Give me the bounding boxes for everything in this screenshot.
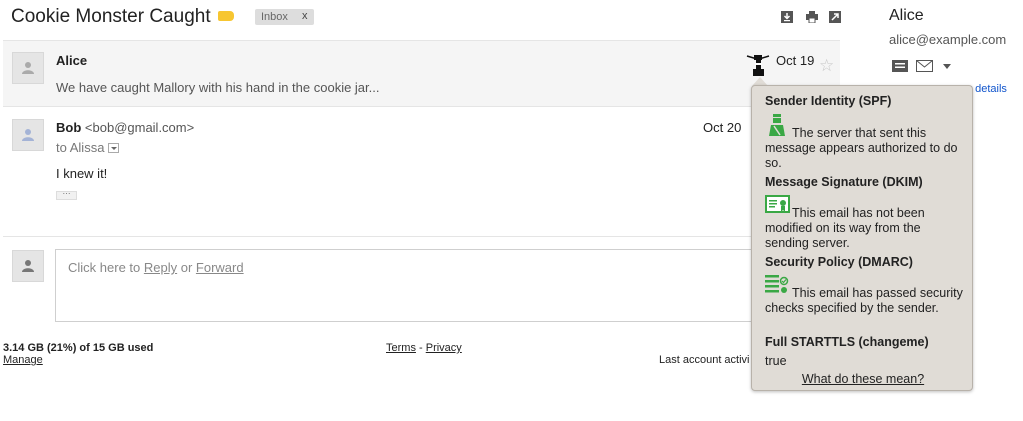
inbox-label-text: Inbox — [261, 11, 288, 23]
spf-text: The server that sent this message appear… — [765, 126, 958, 170]
download-icon[interactable] — [781, 11, 793, 23]
last-account-activity: Last account activi — [659, 354, 750, 366]
avatar — [12, 52, 44, 84]
print-icon[interactable] — [806, 11, 818, 23]
dmarc-title: Security Policy (DMARC) — [765, 255, 913, 269]
dkim-title: Message Signature (DKIM) — [765, 175, 923, 189]
contact-name: Alice — [889, 7, 924, 24]
security-popup: Sender Identity (SPF) The server that se… — [751, 85, 973, 391]
message-collapsed[interactable] — [3, 40, 840, 107]
star-icon[interactable]: ☆ — [819, 56, 834, 76]
message-date: Oct 19 — [776, 53, 815, 68]
manage-storage-link[interactable]: Manage — [3, 354, 43, 366]
forward-link[interactable]: Forward — [196, 260, 244, 275]
person-icon — [22, 260, 34, 272]
spf-title: Sender Identity (SPF) — [765, 94, 892, 108]
message-date: Oct 20 — [703, 120, 742, 135]
show-trimmed-content-button[interactable]: ··· — [56, 190, 77, 200]
chat-icon[interactable] — [892, 60, 908, 72]
reply-prompt: Click here to Reply or Forward — [68, 260, 244, 275]
sender-name: Bob — [56, 120, 82, 135]
reply-box[interactable]: Click here to Reply or Forward — [55, 249, 855, 322]
to-prefix: to — [56, 140, 67, 155]
recipient-line: to Alissa — [56, 140, 120, 155]
remove-label-button[interactable]: x — [302, 10, 308, 22]
divider — [3, 236, 840, 237]
show-details-dropdown[interactable] — [108, 143, 120, 153]
starttls-title: Full STARTTLS (changeme) — [765, 335, 929, 349]
footer-dash: - — [415, 342, 426, 354]
person-icon — [22, 129, 34, 141]
reply-or: or — [177, 260, 196, 275]
recipient-name: Alissa — [69, 140, 105, 155]
label-icon[interactable] — [218, 11, 234, 21]
inbox-label-chip: Inbox x — [255, 9, 314, 25]
subject-title: Cookie Monster Caught — [11, 6, 211, 27]
sender-email: <bob@gmail.com> — [84, 120, 195, 135]
security-lighthouse-icon[interactable] — [745, 52, 771, 78]
starttls-value: true — [765, 354, 787, 368]
reply-link[interactable]: Reply — [144, 260, 177, 275]
person-icon — [22, 62, 34, 74]
contact-email: alice@example.com — [889, 32, 1007, 47]
message-header: Bob <bob@gmail.com> — [56, 120, 194, 135]
terms-link[interactable]: Terms — [386, 342, 416, 354]
new-window-icon[interactable] — [829, 11, 841, 23]
footer-links: Terms - Privacy — [386, 342, 462, 354]
avatar — [12, 119, 44, 151]
reply-prefix: Click here to — [68, 260, 144, 275]
storage-usage: 3.14 GB (21%) of 15 GB used — [3, 342, 154, 354]
chevron-down-icon[interactable] — [943, 64, 951, 69]
what-do-these-mean-link[interactable]: What do these mean? — [752, 372, 974, 386]
sender-name: Alice — [56, 53, 88, 68]
privacy-link[interactable]: Privacy — [426, 342, 462, 354]
dkim-text: This email has not been modified on its … — [765, 206, 925, 250]
avatar — [12, 250, 44, 282]
email-icon[interactable] — [916, 60, 933, 72]
message-body: I knew it! — [56, 166, 108, 181]
message-snippet: We have caught Mallory with his hand in … — [56, 80, 380, 95]
dmarc-text: This email has passed security checks sp… — [765, 286, 963, 315]
